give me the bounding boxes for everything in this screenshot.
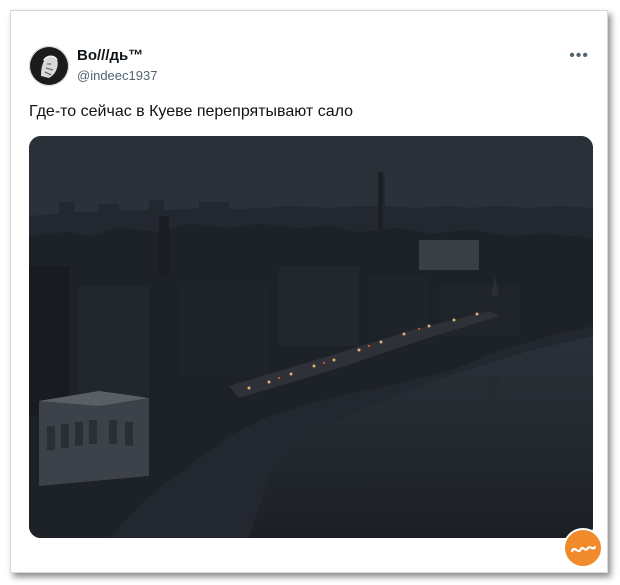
- avatar-image: [29, 46, 69, 86]
- tweet-card: Во///дь™ @indeec1937 ••• Где-то сейчас в…: [10, 10, 608, 573]
- muha-logo: [562, 527, 604, 569]
- avatar[interactable]: [29, 46, 69, 86]
- tweet-text: Где-то сейчас в Куеве перепрятывают сало: [29, 103, 353, 120]
- tweet-photo[interactable]: [29, 136, 593, 538]
- more-icon[interactable]: •••: [569, 47, 589, 65]
- author-handle[interactable]: @indeec1937: [77, 68, 157, 83]
- city-night-photo: [29, 136, 593, 538]
- author-name[interactable]: Во///дь™: [77, 47, 143, 64]
